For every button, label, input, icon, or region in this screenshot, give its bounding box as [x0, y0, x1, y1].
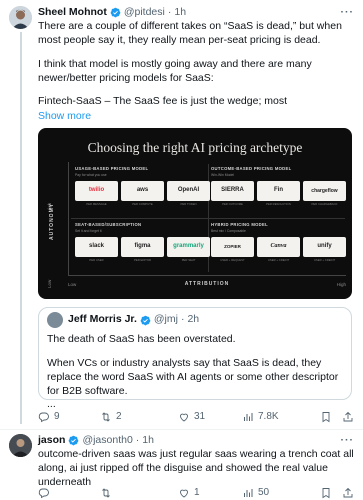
image-title: Choosing the right AI pricing archetype [87, 140, 303, 155]
author-handle[interactable]: @pitdesi [124, 6, 165, 20]
views-count: 50 [258, 487, 270, 498]
y-axis: High AUTONOMY Low [47, 160, 59, 288]
tweet-header: jason @jasonth0 · 1h ··· [38, 433, 355, 448]
avatar[interactable] [9, 434, 32, 457]
author-handle[interactable]: @jasonth0 [82, 434, 132, 448]
verified-badge-icon [110, 7, 121, 18]
quoted-tweet-header: Jeff Morris Jr. @jmj · 2h [47, 312, 343, 328]
logo: SIERRA [211, 181, 254, 202]
verified-badge-icon [69, 435, 79, 446]
logo: slack [75, 237, 118, 258]
logo: OpenAI [167, 181, 210, 202]
tweet-text: There are a couple of different takes on… [38, 20, 354, 124]
archetype-grid: USAGE-BASED PRICING MODEL Pay for what y… [68, 162, 346, 276]
heart-icon [180, 489, 188, 498]
tweet-paragraph: Fintech-SaaS – The SaaS fee is just the … [38, 95, 288, 108]
logo: grammarly [167, 237, 210, 258]
tweet-text: outcome-driven saas was just regular saa… [38, 448, 354, 488]
avatar[interactable] [9, 6, 32, 29]
tweet-header: Sheel Mohnot @pitdesi · 1h ··· [38, 6, 354, 19]
y-axis-low: Low [47, 279, 52, 288]
quoted-tweet-text: The death of SaaS has been overstated. W… [47, 333, 339, 411]
tweet-image[interactable]: Choosing the right AI pricing archetype … [38, 128, 352, 299]
more-options-icon[interactable]: ··· [341, 434, 355, 448]
y-axis-label: AUTONOMY [49, 202, 55, 240]
repost-count: 2 [116, 411, 122, 422]
reply-button[interactable] [38, 487, 100, 499]
tweet-actions: 9 2 31 7.8K [38, 410, 354, 423]
views-icon [244, 488, 253, 497]
verified-badge-icon [140, 315, 151, 325]
quadrant-hybrid: HYBRID PRICING MODEL Best mix / Composab… [211, 222, 346, 275]
like-button[interactable]: 1 [178, 486, 242, 499]
share-icon[interactable] [342, 487, 354, 499]
divider [0, 429, 363, 430]
more-options-icon[interactable]: ··· [341, 6, 355, 20]
logo: Canva [257, 237, 300, 258]
views-count: 7.8K [258, 411, 279, 422]
views-button[interactable]: 7.8K [242, 410, 304, 423]
heart-icon [180, 413, 188, 422]
x-axis-high: High [336, 282, 346, 287]
reply-icon [38, 412, 49, 422]
like-count: 31 [194, 411, 206, 422]
quoted-author-name: Jeff Morris Jr. [68, 313, 137, 326]
thread-line [20, 32, 22, 424]
tweet-paragraph: I think that model is mostly going away … [38, 57, 312, 84]
logo: Fin [257, 181, 300, 202]
repost-icon [102, 411, 110, 422]
author-name[interactable]: Sheel Mohnot [38, 6, 107, 20]
reply-icon [38, 488, 49, 498]
reply-button[interactable]: 9 [38, 410, 100, 423]
tweet-paragraph: There are a couple of different takes on… [38, 20, 342, 46]
quoted-tweet[interactable]: Jeff Morris Jr. @jmj · 2h The death of S… [38, 307, 352, 410]
quadrant-outcome-based: OUTCOME-BASED PRICING MODEL Win-Win Mode… [211, 166, 346, 219]
repost-button[interactable]: 2 [100, 410, 178, 423]
timestamp[interactable]: 1h [142, 434, 154, 448]
like-button[interactable]: 31 [178, 410, 242, 423]
logo: unify [303, 237, 346, 258]
tweet[interactable]: Sheel Mohnot @pitdesi · 1h ··· There are… [0, 0, 363, 428]
bookmark-icon[interactable] [320, 411, 332, 423]
quoted-timestamp: 2h [187, 313, 200, 326]
logo: twilio [75, 181, 118, 202]
share-icon[interactable] [342, 411, 354, 423]
views-icon [244, 412, 253, 421]
x-axis: Low ATTRIBUTION High [68, 280, 346, 292]
like-count: 1 [194, 487, 200, 498]
timestamp[interactable]: 1h [174, 6, 186, 20]
separator: · [167, 5, 172, 18]
avatar [47, 312, 63, 328]
x-axis-label: ATTRIBUTION [184, 281, 230, 287]
quadrant-seat-based: SEAT-BASED/SUBSCRIPTION Set it and forge… [75, 222, 210, 275]
author-name[interactable]: jason [38, 434, 65, 448]
bookmark-icon[interactable] [320, 487, 332, 499]
logo: figma [121, 237, 164, 258]
logo: chargeflow [303, 181, 346, 202]
show-more-link[interactable]: Show more [38, 110, 91, 124]
quoted-author-handle: @jmj [153, 313, 178, 326]
tweet-actions: 1 50 [38, 486, 354, 499]
logo: ZOPIER [211, 237, 254, 258]
repost-icon [102, 487, 110, 498]
repost-button[interactable] [100, 487, 178, 499]
reply-count: 9 [54, 411, 60, 422]
views-button[interactable]: 50 [242, 486, 304, 499]
quadrant-usage-based: USAGE-BASED PRICING MODEL Pay for what y… [75, 166, 210, 219]
logo: aws [121, 181, 164, 202]
tweet[interactable]: jason @jasonth0 · 1h ··· outcome-driven … [0, 432, 363, 500]
